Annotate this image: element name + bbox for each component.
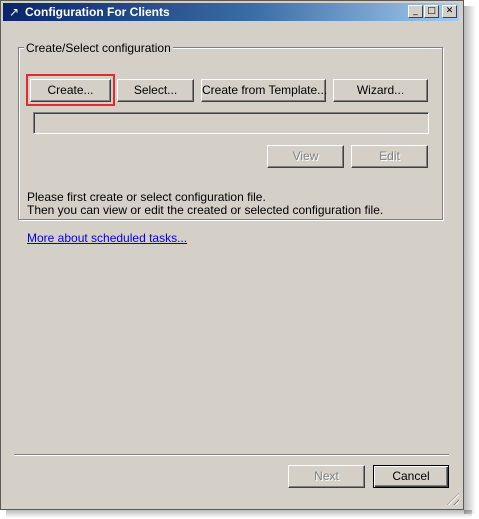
config-path-field <box>33 112 429 134</box>
info-text-line1: Please first create or select configurat… <box>27 190 266 204</box>
window-title: Configuration For Clients <box>25 5 170 19</box>
select-button[interactable]: Select... <box>117 79 194 102</box>
wizard-button[interactable]: Wizard... <box>333 79 428 102</box>
cancel-button[interactable]: Cancel <box>373 465 449 488</box>
window-shadow-bottom <box>6 510 472 518</box>
group-label: Create/Select configuration <box>24 41 173 55</box>
info-text-line2: Then you can view or edit the created or… <box>27 203 384 217</box>
close-button[interactable]: ✕ <box>442 5 457 18</box>
create-button[interactable]: Create... <box>30 79 111 102</box>
next-button[interactable]: Next <box>288 465 365 488</box>
edit-button[interactable]: Edit <box>351 145 428 168</box>
minimize-button[interactable]: _ <box>408 5 423 18</box>
view-button[interactable]: View <box>267 145 344 168</box>
title-bar[interactable]: ↗ Configuration For Clients _ □ ✕ <box>3 3 459 21</box>
scheduled-tasks-link[interactable]: More about scheduled tasks... <box>27 231 187 245</box>
maximize-button[interactable]: □ <box>424 5 439 18</box>
create-from-template-button[interactable]: Create from Template... <box>201 79 327 102</box>
footer-separator <box>14 454 449 456</box>
window-shadow-right <box>464 6 476 514</box>
app-arrow-icon: ↗ <box>8 5 20 19</box>
